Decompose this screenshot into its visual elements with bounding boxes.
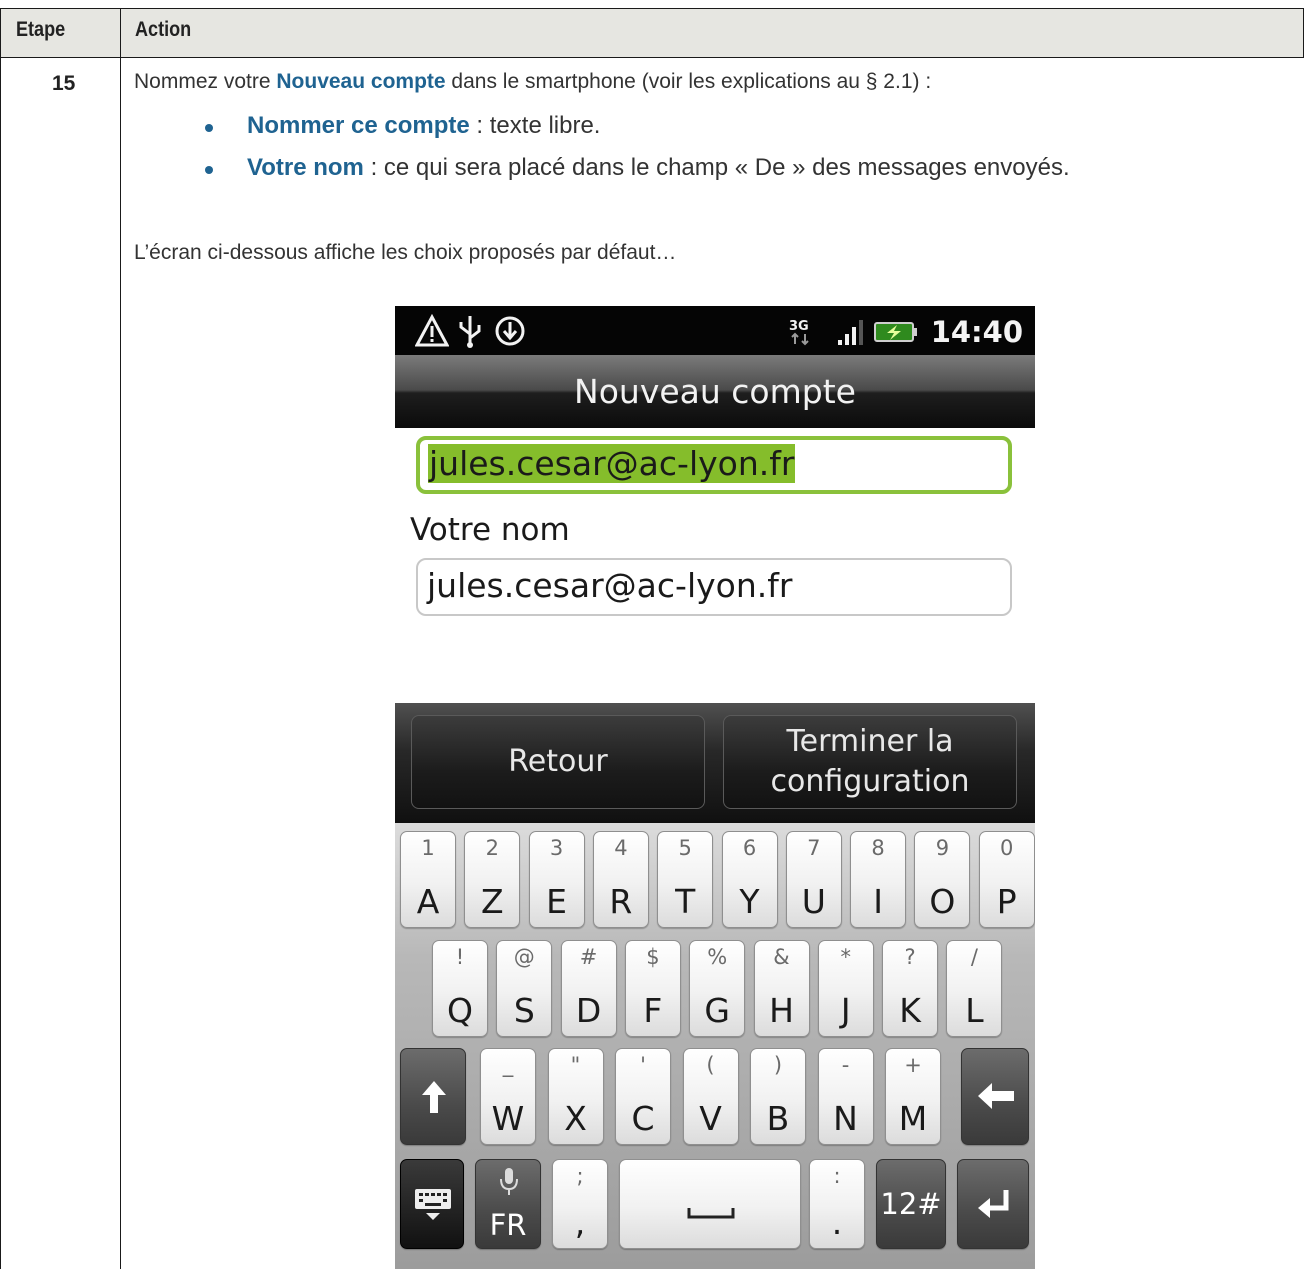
shift-key[interactable]: [400, 1048, 466, 1145]
space-key[interactable]: [619, 1159, 801, 1249]
usb-icon: [459, 316, 481, 348]
semicolon-comma-key[interactable]: ; ,: [552, 1159, 608, 1249]
key-j[interactable]: * J: [817, 940, 874, 1037]
key-i[interactable]: 8I: [850, 831, 907, 928]
table-border-top: [0, 8, 1304, 9]
backspace-key[interactable]: [961, 1048, 1029, 1145]
key-c[interactable]: ' C: [615, 1048, 671, 1145]
symbols-key[interactable]: 12#: [876, 1159, 946, 1249]
bullet-dot: [205, 124, 213, 132]
key-t[interactable]: 5T: [657, 831, 714, 928]
setup-action-bar: Retour Terminer la configuration: [395, 703, 1035, 823]
warning-icon: [415, 314, 449, 347]
keyword-nouveau-compte: Nouveau compte: [276, 70, 446, 93]
key-e[interactable]: 3E: [528, 831, 585, 928]
bullet-dot: [205, 166, 213, 174]
key-h[interactable]: & H: [753, 940, 810, 1037]
key-k[interactable]: ? K: [882, 940, 939, 1037]
table-header-divider: [0, 57, 1304, 58]
3g-icon: 3G: [789, 319, 809, 346]
key-v[interactable]: (V: [682, 1048, 739, 1145]
key-d[interactable]: # D: [560, 940, 617, 1037]
onscreen-keyboard: FR ; , : . 12# 1 A 2 Z 3 E 4 R 5 T 6 Y 7…: [395, 823, 1035, 1269]
table-column-divider: [120, 8, 121, 1269]
svg-text:3G: 3G: [789, 319, 809, 334]
space-bar-icon: [687, 1208, 735, 1219]
status-time: 14:40: [930, 315, 1023, 349]
table-header-row: [1, 9, 1304, 57]
key-o[interactable]: 9O: [914, 831, 971, 928]
back-button[interactable]: Retour: [411, 715, 705, 809]
enter-key[interactable]: [957, 1159, 1029, 1249]
status-bar: 3G 14:40: [395, 306, 1035, 355]
your-name-value: jules.cesar@ac-lyon.fr: [427, 566, 793, 605]
signal-icon: [838, 320, 863, 345]
key-u[interactable]: 7U: [785, 831, 842, 928]
finish-setup-button[interactable]: Terminer la configuration: [723, 715, 1017, 809]
screen-title-bar: Nouveau compte: [395, 355, 1035, 428]
key-r[interactable]: 4R: [592, 831, 649, 928]
bullet-item-your-name: Votre nom : ce qui sera placé dans le ch…: [247, 154, 1070, 181]
key-z[interactable]: 2Z: [464, 831, 521, 928]
backspace-arrow-icon: [978, 1083, 1014, 1109]
screen-title: Nouveau compte: [574, 372, 856, 411]
key-m[interactable]: + M: [885, 1048, 941, 1145]
key-a[interactable]: 1A: [400, 831, 456, 928]
download-icon: [495, 316, 525, 346]
header-action: Action: [135, 18, 192, 41]
key-y[interactable]: 6Y: [721, 831, 778, 928]
your-name-label: Votre nom: [410, 512, 570, 548]
hide-keyboard-key[interactable]: [400, 1159, 464, 1249]
key-s[interactable]: @ S: [496, 940, 553, 1037]
account-name-field[interactable]: jules.cesar@ac-lyon.fr: [416, 436, 1012, 494]
key-q[interactable]: ! Q: [432, 940, 488, 1037]
keyboard-icon: [415, 1189, 451, 1220]
key-p[interactable]: 0P: [978, 831, 1035, 928]
table-border-left: [0, 8, 1, 1269]
your-name-field[interactable]: jules.cesar@ac-lyon.fr: [416, 558, 1012, 616]
battery-charging-icon: [874, 322, 917, 342]
key-l[interactable]: / L: [946, 940, 1003, 1037]
note-text: L’écran ci-dessous affiche les choix pro…: [134, 241, 677, 264]
voice-language-key[interactable]: FR: [475, 1159, 541, 1249]
key-n[interactable]: -N: [817, 1048, 874, 1145]
key-g[interactable]: % G: [689, 940, 746, 1037]
enter-arrow-icon: [978, 1190, 1009, 1218]
account-name-value: jules.cesar@ac-lyon.fr: [428, 444, 796, 483]
bullet-item-account-name: Nommer ce compte : texte libre.: [247, 112, 601, 139]
shift-arrow-icon: [422, 1081, 446, 1113]
key-w[interactable]: _ W: [480, 1048, 536, 1145]
phone-screenshot: 3G 14:40 Nouveau compte jules.cesar@ac-l…: [395, 306, 1035, 1269]
key-x[interactable]: " X: [547, 1048, 604, 1145]
header-etape: Etape: [16, 18, 66, 41]
colon-period-key[interactable]: : .: [809, 1159, 865, 1249]
step-number: 15: [52, 72, 76, 95]
intro-line: Nommez votre Nouveau compte dans le smar…: [134, 70, 932, 93]
key-f[interactable]: $ F: [624, 940, 681, 1037]
key-b[interactable]: ) B: [750, 1048, 806, 1145]
account-form: jules.cesar@ac-lyon.fr Votre nom jules.c…: [395, 428, 1035, 703]
microphone-icon: [500, 1168, 518, 1195]
